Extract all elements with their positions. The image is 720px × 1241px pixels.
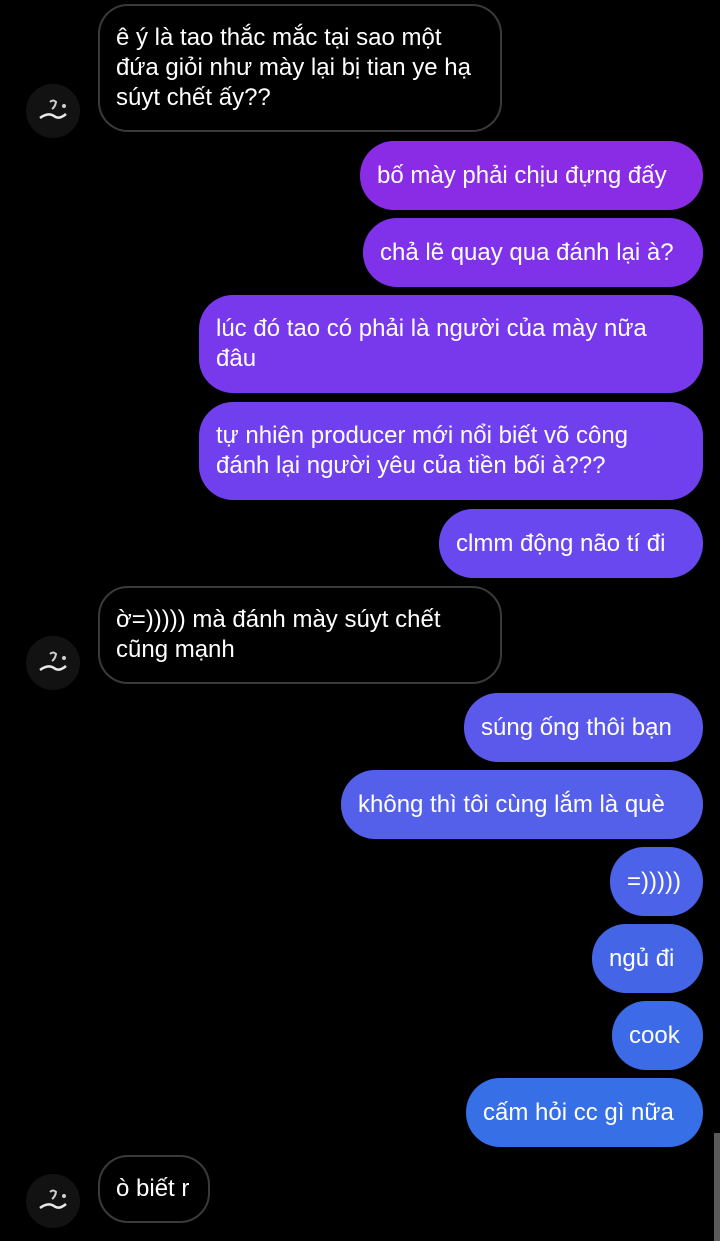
message-text: bố mày phải chịu đựng đấy — [377, 161, 667, 189]
message-bubble-outgoing[interactable]: clmm động não tí đi — [439, 509, 703, 578]
message-bubble-outgoing[interactable]: lúc đó tao có phải là người của mày nữa … — [199, 295, 703, 393]
message-text: cấm hỏi cc gì nữa — [483, 1098, 674, 1126]
scrollbar[interactable] — [714, 1133, 720, 1241]
message-bubble-outgoing[interactable]: tự nhiên producer mới nổi biết võ công đ… — [199, 402, 703, 500]
message-bubble-outgoing[interactable]: cấm hỏi cc gì nữa — [466, 1078, 703, 1147]
message-bubble-outgoing[interactable]: ngủ đi — [592, 924, 703, 993]
message-text: chả lẽ quay qua đánh lại à? — [380, 238, 674, 266]
message-bubble-outgoing[interactable]: súng ống thôi bạn — [464, 693, 703, 762]
message-text: ngủ đi — [609, 944, 675, 972]
message-text: ê ý là tao thắc mắc tại sao một đứa giỏi… — [116, 24, 471, 111]
contact-avatar[interactable] — [26, 1174, 80, 1228]
contact-avatar[interactable] — [26, 84, 80, 138]
message-text: clmm động não tí đi — [456, 529, 666, 557]
message-text: ờ=))))) mà đánh mày súyt chết cũng mạnh — [116, 606, 441, 663]
message-bubble-incoming[interactable]: ê ý là tao thắc mắc tại sao một đứa giỏi… — [98, 4, 502, 132]
message-text: không thì tôi cùng lắm là què — [358, 790, 665, 818]
chat-thread[interactable]: ê ý là tao thắc mắc tại sao một đứa giỏi… — [0, 0, 720, 1241]
message-text: =))))) — [627, 867, 681, 895]
contact-avatar[interactable] — [26, 636, 80, 690]
message-bubble-outgoing[interactable]: =))))) — [610, 847, 703, 916]
message-bubble-outgoing[interactable]: chả lẽ quay qua đánh lại à? — [363, 218, 703, 287]
message-bubble-incoming[interactable]: ờ=))))) mà đánh mày súyt chết cũng mạnh — [98, 586, 502, 684]
message-bubble-outgoing[interactable]: bố mày phải chịu đựng đấy — [360, 141, 703, 210]
message-text: tự nhiên producer mới nổi biết võ công đ… — [216, 422, 629, 479]
message-text: ò biết r — [116, 1175, 190, 1202]
message-bubble-outgoing[interactable]: không thì tôi cùng lắm là què — [341, 770, 703, 839]
user-avatar-icon — [26, 1174, 80, 1228]
user-avatar-icon — [26, 636, 80, 690]
message-bubble-outgoing[interactable]: cook — [612, 1001, 703, 1070]
message-text: lúc đó tao có phải là người của mày nữa … — [216, 315, 647, 372]
user-avatar-icon — [26, 84, 80, 138]
message-bubble-incoming[interactable]: ò biết r — [98, 1155, 210, 1223]
message-text: cook — [629, 1021, 680, 1049]
message-text: súng ống thôi bạn — [481, 713, 672, 741]
